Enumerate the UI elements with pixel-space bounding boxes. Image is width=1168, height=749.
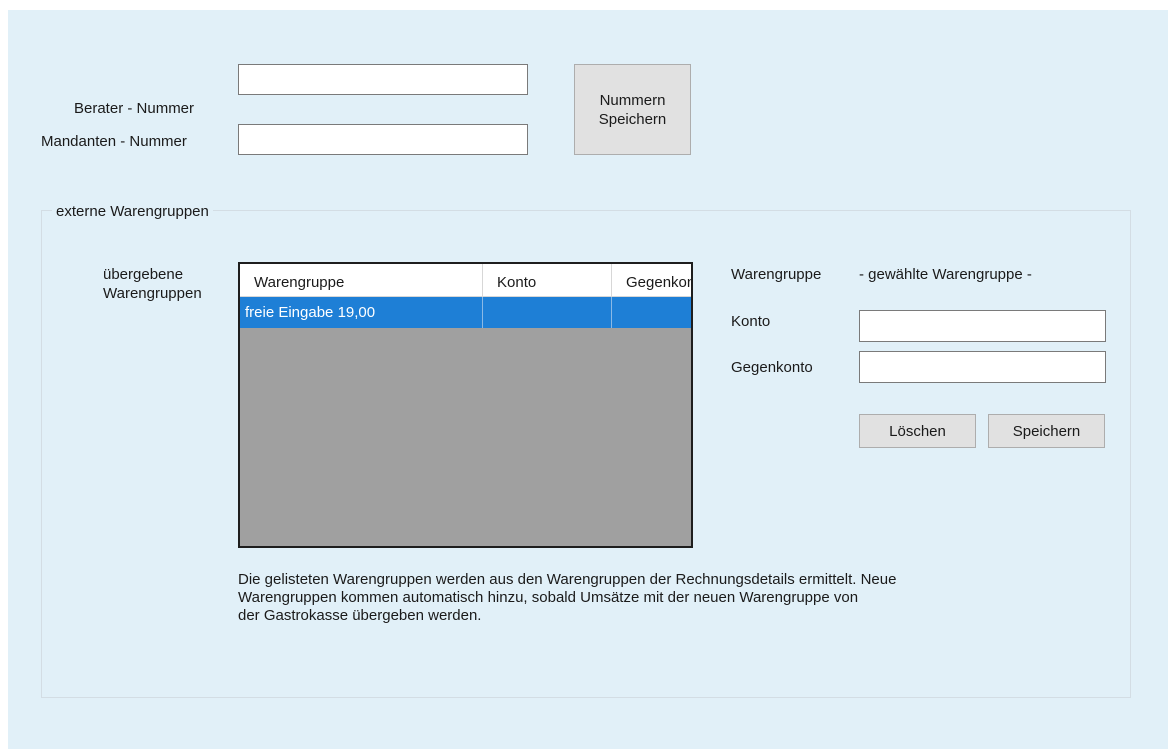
berater-number-label: Berater - Nummer	[74, 100, 195, 117]
column-header-konto[interactable]: Konto	[483, 264, 612, 297]
detail-gegenkonto-input[interactable]	[859, 351, 1106, 383]
mandanten-number-input[interactable]	[238, 124, 528, 155]
detail-gegenkonto-label: Gegenkonto	[731, 359, 813, 376]
list-label-line1: übergebene	[103, 266, 184, 283]
save-numbers-button[interactable]: Nummern Speichern	[574, 64, 691, 155]
cell-gegenkonto[interactable]	[612, 297, 691, 328]
grid-header: Warengruppe Konto Gegenkonto	[240, 264, 691, 297]
column-header-warengruppe[interactable]: Warengruppe	[240, 264, 483, 297]
detail-konto-input[interactable]	[859, 310, 1106, 342]
info-text-line1: Die gelisteten Warengruppen werden aus d…	[238, 571, 897, 588]
save-numbers-label-line1: Nummern	[599, 91, 666, 109]
mandanten-number-label: Mandanten - Nummer	[41, 133, 187, 150]
external-product-groups-title: externe Warengruppen	[52, 203, 213, 220]
berater-number-input[interactable]	[238, 64, 528, 95]
save-numbers-label-line2: Speichern	[598, 110, 667, 128]
detail-warengruppe-label: Warengruppe	[731, 266, 822, 283]
detail-warengruppe-value: - gewählte Warengruppe -	[859, 266, 1032, 283]
list-label-line2: Warengruppen	[103, 285, 202, 302]
column-header-gegenkonto[interactable]: Gegenkonto	[612, 264, 691, 297]
table-row[interactable]: freie Eingabe 19,00	[240, 297, 691, 328]
save-button[interactable]: Speichern	[988, 414, 1105, 448]
info-text-line2: Warengruppen kommen automatisch hinzu, s…	[238, 589, 859, 606]
cell-warengruppe[interactable]: freie Eingabe 19,00	[240, 297, 483, 328]
cell-konto[interactable]	[483, 297, 612, 328]
detail-konto-label: Konto	[731, 313, 771, 330]
delete-button[interactable]: Löschen	[859, 414, 976, 448]
product-groups-grid[interactable]: Warengruppe Konto Gegenkonto freie Einga…	[238, 262, 693, 548]
info-text-line3: der Gastrokasse übergeben werden.	[238, 607, 482, 624]
